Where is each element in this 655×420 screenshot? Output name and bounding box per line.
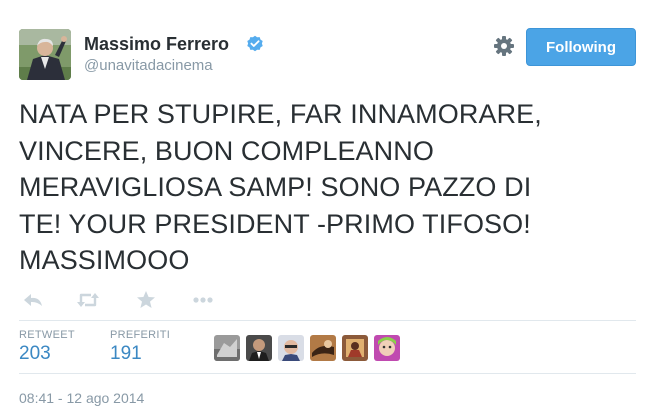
tweet-timestamp[interactable]: 08:41 - 12 ago 2014: [19, 390, 144, 406]
favoriter-avatar[interactable]: [310, 335, 336, 361]
favorite-button[interactable]: [132, 288, 160, 312]
favorites-count[interactable]: 191: [110, 343, 142, 365]
avatar-image: [342, 335, 368, 361]
reply-icon: [24, 294, 42, 306]
user-handle[interactable]: @unavitadacinema: [84, 57, 213, 74]
retweets-label: RETWEET: [19, 329, 75, 341]
tweet-line: TE! YOUR PRESIDENT -PRIMO TIFOSO!: [19, 208, 531, 239]
tweet-line: NATA PER STUPIRE, FAR INNAMORARE,: [19, 99, 542, 129]
following-button[interactable]: Following: [526, 28, 636, 66]
avatar[interactable]: [19, 29, 71, 80]
favoriter-avatar[interactable]: [214, 335, 240, 361]
gear-icon[interactable]: [493, 35, 515, 57]
tweet-line: MERAVIGLIOSA SAMP! SONO PAZZO DI: [19, 172, 532, 202]
avatar-image: [214, 335, 240, 361]
favoriter-avatar[interactable]: [342, 335, 368, 361]
more-button[interactable]: [189, 288, 217, 312]
tweet-text: NATA PER STUPIRE, FAR INNAMORARE, VINCER…: [19, 96, 644, 279]
verified-badge-icon: [247, 35, 263, 52]
tweet-line: MASSIMOOO: [19, 245, 190, 275]
favoriter-avatar[interactable]: [374, 335, 400, 361]
user-name[interactable]: Massimo Ferrero: [84, 34, 229, 55]
reply-button[interactable]: [19, 288, 47, 312]
favoriter-avatar[interactable]: [246, 335, 272, 361]
favorites-label: PREFERITI: [110, 329, 171, 341]
star-icon: [137, 291, 155, 308]
avatar-image: [310, 335, 336, 361]
favoriter-avatar[interactable]: [278, 335, 304, 361]
avatar-image: [278, 335, 304, 361]
retweet-button[interactable]: [74, 288, 102, 312]
retweets-count[interactable]: 203: [19, 343, 51, 365]
avatar-image: [246, 335, 272, 361]
avatar-image: [374, 335, 400, 361]
more-icon: [193, 297, 213, 303]
tweet-line: VINCERE, BUON COMPLEANNO: [19, 135, 434, 166]
divider: [19, 373, 636, 374]
divider: [19, 320, 636, 321]
avatar-image: [19, 29, 71, 80]
retweet-icon: [77, 293, 99, 307]
